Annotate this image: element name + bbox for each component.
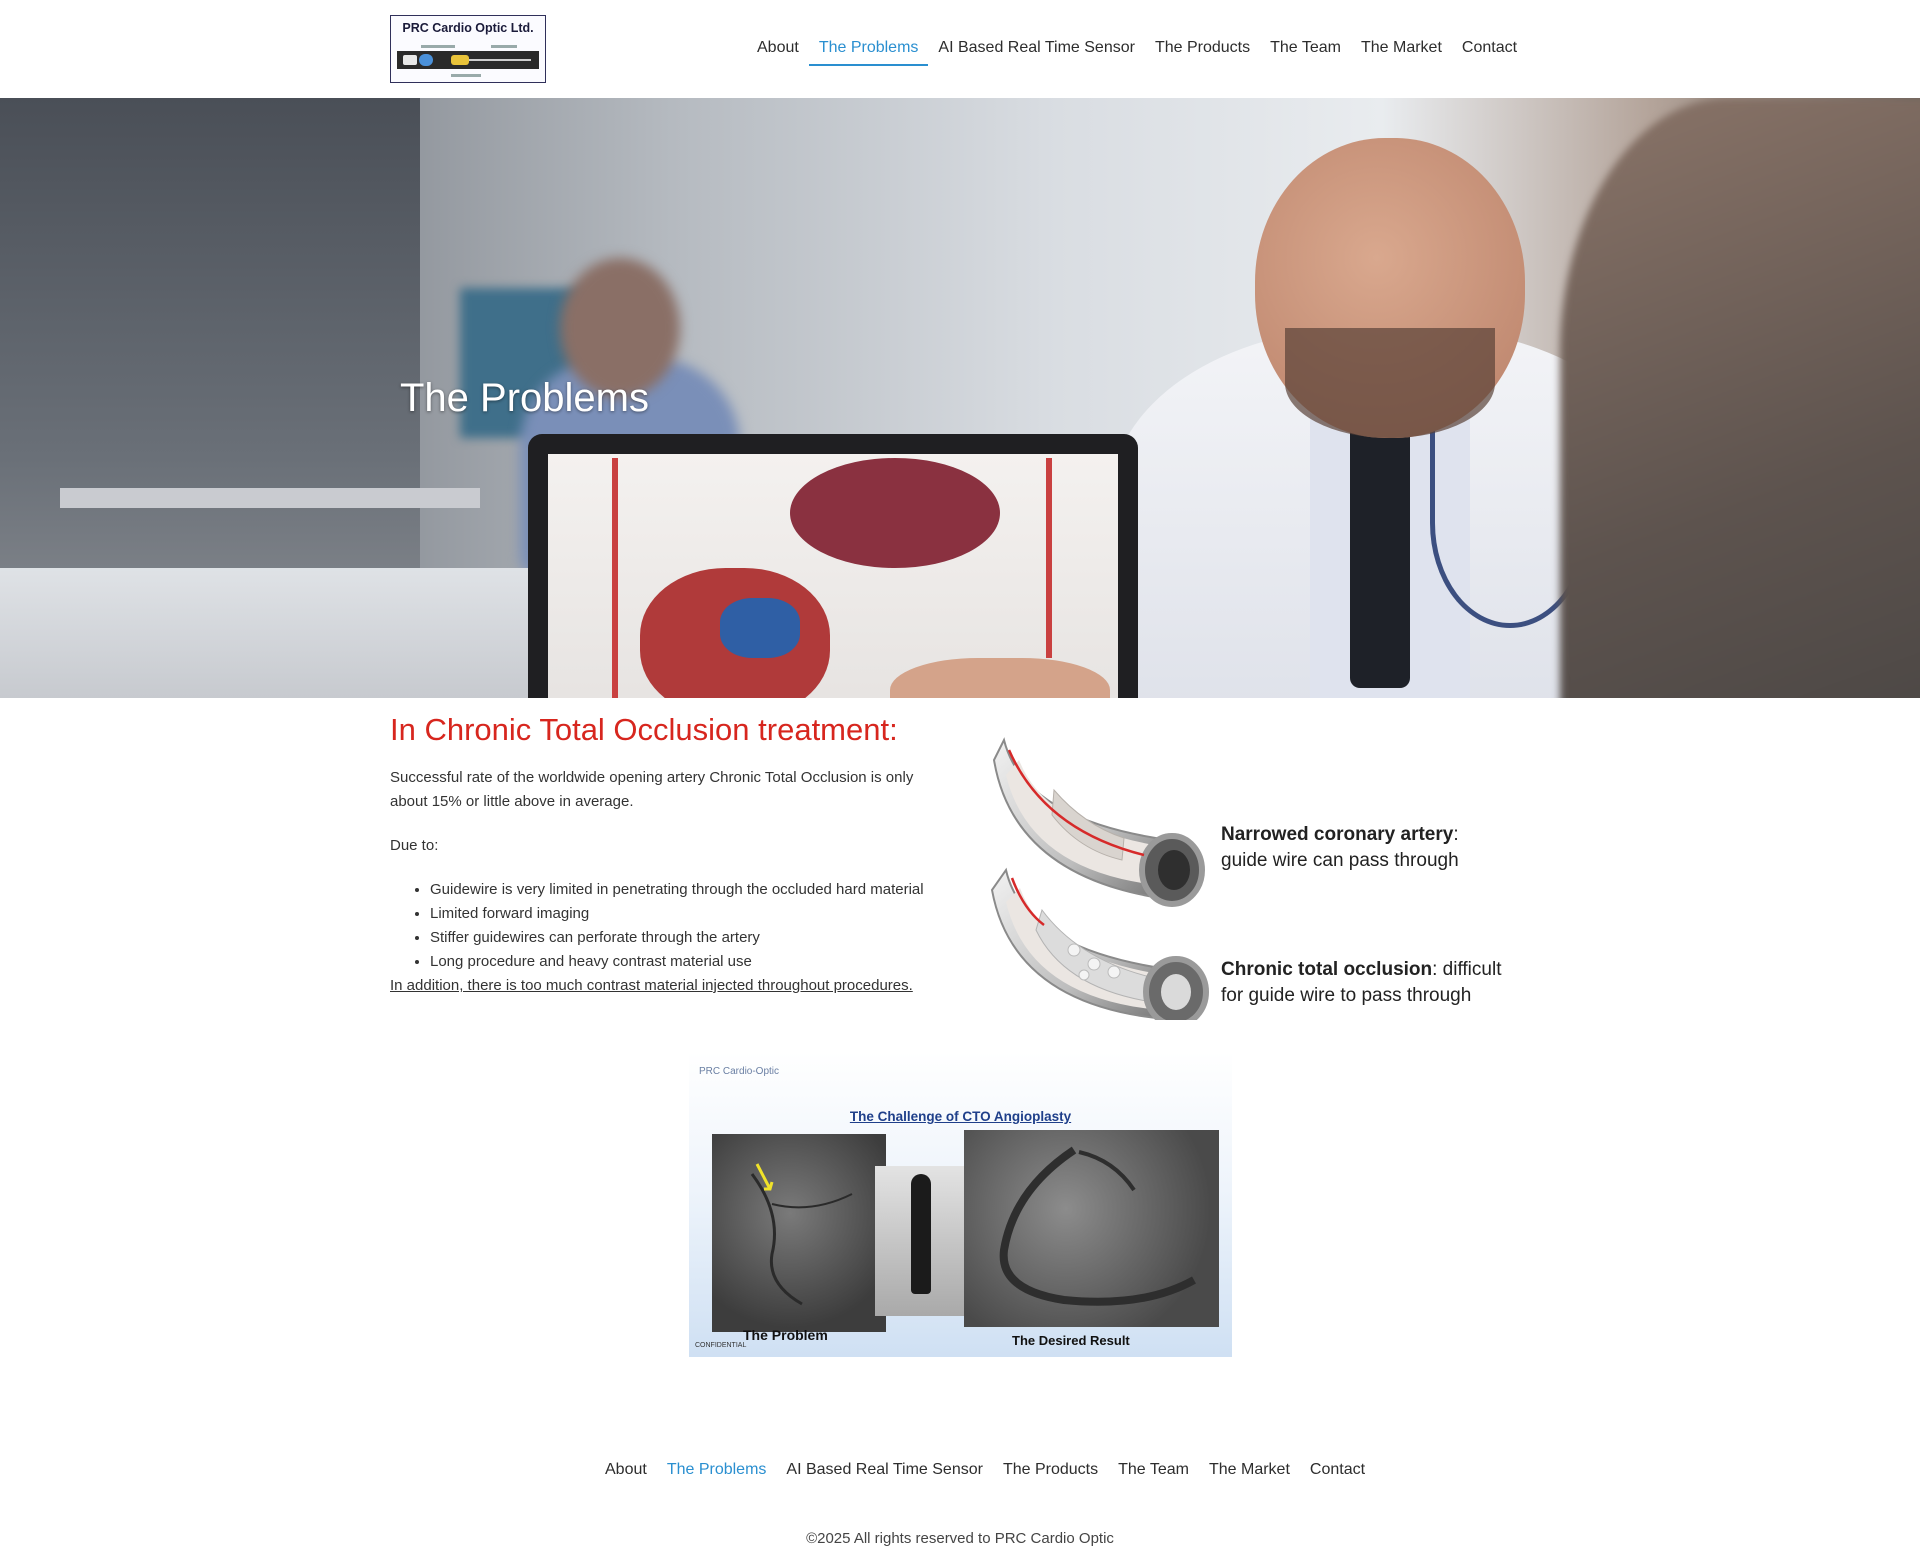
contrast-note-link[interactable]: In addition, there is too much contrast … — [390, 974, 950, 998]
artery-caption-narrowed: Narrowed coronary artery: guide wire can… — [1221, 822, 1459, 874]
footer-nav-ai-sensor[interactable]: AI Based Real Time Sensor — [776, 1458, 993, 1482]
footer-nav-the-team[interactable]: The Team — [1108, 1458, 1199, 1482]
footer-nav-about[interactable]: About — [595, 1458, 657, 1482]
nav-contact[interactable]: Contact — [1452, 36, 1527, 66]
narrowed-artery — [992, 737, 1205, 907]
list-item: Stiffer guidewires can perforate through… — [430, 926, 950, 950]
caption-colon: : — [1453, 824, 1459, 845]
hero-patient — [1560, 98, 1920, 698]
copyright-text: ©2025 All rights reserved to PRC Cardio … — [806, 1530, 1114, 1547]
hero-doctor — [1350, 418, 1410, 688]
footer-nav-the-market[interactable]: The Market — [1199, 1458, 1300, 1482]
slide-label-problem: The Problem — [743, 1327, 828, 1343]
due-to-label: Due to: — [390, 837, 439, 854]
footer-nav-contact[interactable]: Contact — [1300, 1458, 1375, 1482]
nav-the-problems[interactable]: The Problems — [808, 36, 929, 66]
angiogram-problem — [712, 1134, 886, 1332]
hero-laptop-screen — [1046, 458, 1052, 658]
cto-section: In Chronic Total Occlusion treatment: Su… — [390, 710, 950, 998]
catheter-icon — [397, 51, 539, 69]
list-item: Long procedure and heavy contrast materi… — [430, 950, 950, 974]
logo-detail — [421, 45, 455, 48]
heart-icon — [790, 458, 1000, 568]
nav-ai-sensor[interactable]: AI Based Real Time Sensor — [928, 36, 1145, 66]
cto-challenge-slide: PRC Cardio-Optic The Challenge of CTO An… — [689, 1052, 1232, 1357]
caption-bold: Narrowed coronary artery — [1221, 824, 1454, 845]
section-heading: In Chronic Total Occlusion treatment: — [390, 712, 898, 747]
nav-about[interactable]: About — [747, 36, 809, 66]
angiogram-desired-result — [964, 1130, 1219, 1327]
slide-confidential: CONFIDENTIAL — [695, 1342, 747, 1349]
success-rate-paragraph: Successful rate of the worldwide opening… — [390, 769, 914, 810]
artery-caption-occlusion: Chronic total occlusion: difficult for g… — [1221, 957, 1501, 1009]
caption-text: for guide wire to pass through — [1221, 985, 1472, 1006]
page-title: The Problems — [400, 376, 649, 420]
hero-banner: The Problems — [0, 98, 1920, 698]
slide-label-result: The Desired Result — [1012, 1333, 1130, 1348]
hero-doctor — [1285, 328, 1495, 438]
main-nav: About The Problems AI Based Real Time Se… — [747, 36, 1527, 66]
nav-the-team[interactable]: The Team — [1260, 36, 1351, 66]
caption-bold: Chronic total occlusion — [1221, 959, 1433, 980]
list-item: Guidewire is very limited in penetrating… — [430, 878, 950, 902]
footer-nav-the-products[interactable]: The Products — [993, 1458, 1108, 1482]
nav-the-market[interactable]: The Market — [1351, 36, 1452, 66]
footer-nav: About The Problems AI Based Real Time Se… — [595, 1458, 1375, 1482]
reasons-list: Guidewire is very limited in penetrating… — [390, 878, 950, 974]
logo-detail — [451, 74, 481, 77]
artery-illustration: Narrowed coronary artery: guide wire can… — [984, 720, 1524, 1028]
nav-the-products[interactable]: The Products — [1145, 36, 1260, 66]
hero-background — [60, 488, 480, 508]
slide-title: The Challenge of CTO Angioplasty — [849, 1109, 1072, 1124]
company-logo[interactable]: PRC Cardio Optic Ltd. — [390, 15, 546, 83]
footer-nav-the-problems[interactable]: The Problems — [657, 1458, 777, 1482]
heart-icon — [720, 598, 800, 658]
caption-colon: : difficult — [1432, 959, 1502, 980]
site-header: PRC Cardio Optic Ltd. About The Problems… — [0, 0, 1920, 98]
artery-diagram — [990, 737, 1209, 1028]
logo-detail — [491, 45, 517, 48]
logo-title: PRC Cardio Optic Ltd. — [402, 21, 534, 35]
lecturer-figure — [911, 1174, 931, 1294]
caption-text: guide wire can pass through — [1221, 850, 1459, 871]
slide-brand: PRC Cardio-Optic — [699, 1066, 780, 1077]
hero-laptop-screen — [612, 458, 618, 698]
list-item: Limited forward imaging — [430, 902, 950, 926]
